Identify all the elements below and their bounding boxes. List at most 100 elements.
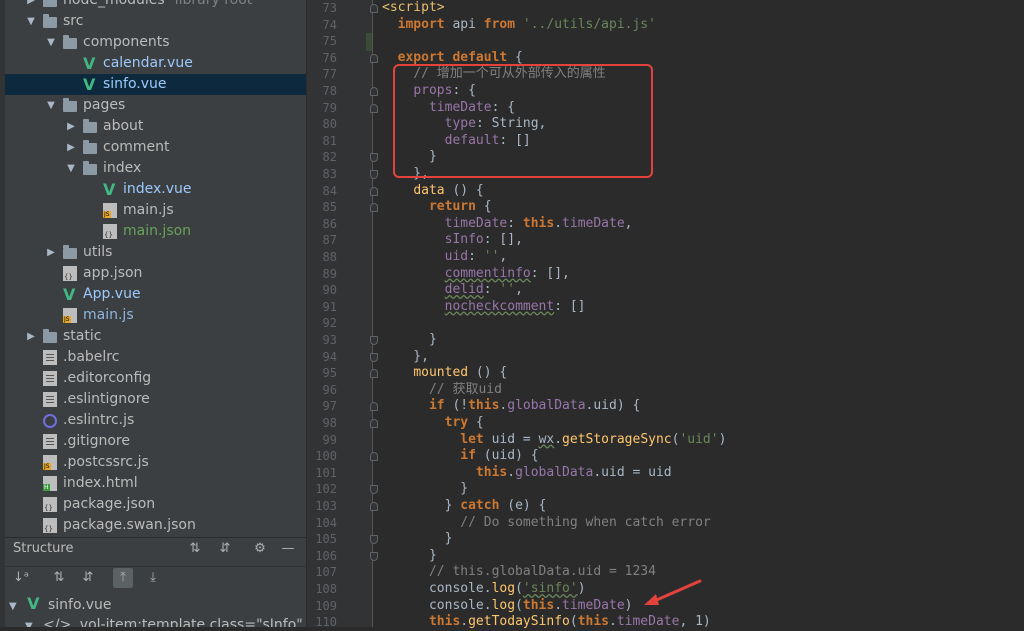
tree-item[interactable]: ▶ static bbox=[5, 326, 306, 347]
code-token: } bbox=[382, 498, 461, 513]
autoscroll-to-source-icon[interactable]: ⤒ bbox=[113, 568, 133, 588]
tree-item[interactable]: .eslintignore bbox=[5, 389, 306, 410]
fold-open-icon[interactable] bbox=[370, 452, 378, 462]
folder-icon bbox=[43, 0, 57, 7]
tree-item[interactable]: main.js bbox=[5, 200, 306, 221]
tree-item[interactable]: .babelrc bbox=[5, 347, 306, 368]
tree-item[interactable]: .eslintrc.js bbox=[5, 410, 306, 431]
fold-open-icon[interactable] bbox=[370, 103, 378, 113]
tree-item[interactable]: package.json bbox=[5, 494, 306, 515]
fold-open-icon[interactable] bbox=[370, 419, 378, 428]
tree-item[interactable]: ▼ index bbox=[5, 158, 306, 179]
tree-item[interactable]: package.swan.json bbox=[5, 515, 306, 536]
tree-item[interactable]: main.json bbox=[5, 221, 306, 242]
chevron-down-icon: ▼ bbox=[25, 621, 33, 627]
fold-close-icon[interactable] bbox=[370, 352, 378, 362]
folder-icon bbox=[83, 161, 97, 175]
tree-item[interactable]: .gitignore bbox=[5, 431, 306, 452]
chevron-right-icon[interactable]: ▶ bbox=[65, 116, 77, 137]
tree-item-label: app.json bbox=[83, 265, 143, 281]
line-number: 85 bbox=[322, 200, 337, 215]
tree-item[interactable]: Vcalendar.vue bbox=[5, 53, 306, 74]
code-token: console. bbox=[382, 581, 492, 596]
code-token: 'sinfo' bbox=[522, 581, 578, 596]
fold-close-icon[interactable] bbox=[370, 485, 378, 495]
fold-close-icon[interactable] bbox=[370, 336, 378, 345]
tree-item-label: index bbox=[103, 160, 142, 176]
chevron-right-icon[interactable]: ▶ bbox=[25, 326, 37, 347]
project-tree: ▶ node_modules library root ▼ src ▼ components… bbox=[5, 0, 306, 537]
code-line: // 获取uid bbox=[382, 382, 502, 399]
code-token: // Do something when catch error bbox=[460, 514, 711, 530]
line-number: 96 bbox=[322, 382, 337, 397]
chevron-down-icon[interactable]: ▼ bbox=[45, 32, 57, 53]
fold-close-icon[interactable] bbox=[370, 153, 378, 163]
tree-item-label: main.js bbox=[83, 307, 134, 323]
line-number: 98 bbox=[322, 416, 337, 430]
tree-item[interactable]: app.json bbox=[5, 263, 306, 284]
fold-open-icon[interactable] bbox=[370, 4, 378, 13]
collapse-all-icon[interactable]: ⇵ bbox=[215, 539, 235, 559]
structure-root-row[interactable]: ▼ V sinfo.vue bbox=[9, 595, 112, 615]
chevron-down-icon[interactable]: ▼ bbox=[65, 158, 77, 179]
gear-icon[interactable]: ⚙ bbox=[250, 539, 270, 559]
code-token: '' bbox=[483, 249, 500, 264]
line-number: 75 bbox=[322, 34, 337, 49]
fold-open-icon[interactable] bbox=[370, 369, 378, 379]
fold-open-icon[interactable] bbox=[370, 402, 378, 412]
fold-close-icon[interactable] bbox=[370, 551, 378, 561]
line-number: 110 bbox=[315, 615, 337, 630]
chevron-down-icon[interactable]: ▼ bbox=[45, 95, 57, 116]
chevron-down-icon[interactable]: ▼ bbox=[25, 11, 37, 32]
tree-item[interactable]: V App.vue bbox=[5, 284, 306, 305]
tree-item[interactable]: .editorconfig bbox=[5, 368, 306, 389]
tree-item[interactable]: ▶ node_modules library root bbox=[5, 0, 306, 11]
code-token: . bbox=[554, 597, 563, 613]
tree-item[interactable]: main.js bbox=[5, 305, 306, 326]
tree-item[interactable]: index.html bbox=[5, 473, 306, 494]
code-line: commentinfo: [], bbox=[382, 266, 570, 283]
fold-close-icon[interactable] bbox=[370, 535, 378, 545]
tree-item[interactable]: ▼ pages bbox=[5, 95, 306, 116]
minimize-icon[interactable]: — bbox=[278, 539, 298, 559]
structure-toolbar-separator bbox=[5, 566, 306, 567]
chevron-right-icon[interactable]: ▶ bbox=[25, 0, 37, 11]
fold-open-icon[interactable] bbox=[370, 53, 378, 63]
tree-item[interactable]: ▼ components bbox=[5, 32, 306, 53]
expand-all-icon[interactable]: ⇅ bbox=[185, 539, 205, 559]
fold-close-icon[interactable] bbox=[370, 170, 378, 179]
tree-item[interactable]: Vindex.vue bbox=[5, 179, 306, 200]
tree-item[interactable]: .postcssrc.js bbox=[5, 452, 306, 473]
code-token: { bbox=[507, 49, 523, 65]
code-token: this bbox=[522, 215, 555, 231]
expand-icon[interactable]: ⇅ bbox=[49, 568, 69, 588]
code-token: : [], bbox=[483, 232, 523, 248]
chevron-down-icon: ▼ bbox=[9, 601, 17, 612]
line-number: 109 bbox=[315, 598, 337, 613]
tree-item[interactable]: ▼ src bbox=[5, 11, 306, 32]
line-number: 101 bbox=[315, 465, 337, 480]
structure-panel: Structure ⇅ ⇵ ⚙ — ↓ᵃ ⇅ ⇵ ⤒ ⤓ ▼ V sinfo.v… bbox=[5, 537, 306, 627]
tree-item[interactable]: Vsinfo.vue bbox=[5, 74, 306, 95]
code-token: log bbox=[491, 581, 516, 596]
autoscroll-from-source-icon[interactable]: ⤓ bbox=[143, 568, 163, 588]
structure-child-row[interactable]: ▼ </> vol-item:template class="sInfo" bbox=[25, 615, 303, 627]
fold-open-icon[interactable] bbox=[370, 87, 378, 96]
tree-item[interactable]: ▶ about bbox=[5, 116, 306, 137]
code-token: timeDate bbox=[562, 597, 625, 613]
code-token: } bbox=[382, 481, 469, 497]
fold-open-icon[interactable] bbox=[370, 502, 378, 511]
tree-item[interactable]: ▶ comment bbox=[5, 137, 306, 158]
code-line: nocheckcomment: [] bbox=[382, 299, 586, 316]
chevron-right-icon[interactable]: ▶ bbox=[45, 242, 57, 263]
tree-item[interactable]: ▶ utils bbox=[5, 242, 306, 263]
fold-open-icon[interactable] bbox=[370, 186, 378, 196]
tree-item-label: .gitignore bbox=[63, 433, 130, 449]
fold-open-icon[interactable] bbox=[370, 203, 378, 213]
chevron-right-icon[interactable]: ▶ bbox=[65, 137, 77, 158]
line-number: 89 bbox=[322, 266, 337, 281]
code-line: import api from '../utils/api.js' bbox=[382, 17, 656, 34]
collapse-icon[interactable]: ⇵ bbox=[78, 568, 98, 588]
sort-alpha-icon[interactable]: ↓ᵃ bbox=[11, 568, 31, 588]
